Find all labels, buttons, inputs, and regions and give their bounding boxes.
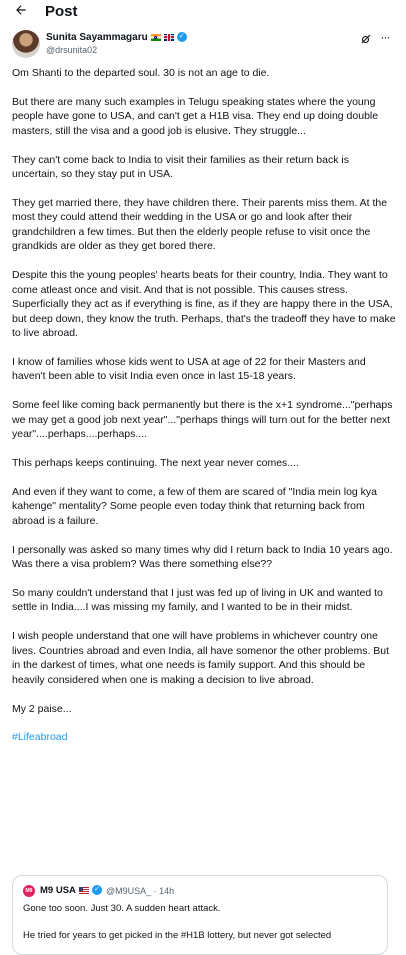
top-bar: Post <box>0 0 406 26</box>
post-paragraph: I know of families whose kids went to US… <box>12 355 366 383</box>
more-options-icon[interactable]: ··· <box>378 31 392 44</box>
grok-icon[interactable] <box>360 32 372 44</box>
avatar[interactable] <box>12 30 40 58</box>
verified-badge-icon: ✓ <box>92 885 102 895</box>
post-paragraph: My 2 paise... <box>12 702 72 715</box>
uk-flag-icon <box>163 33 174 41</box>
post-paragraph: And even if they want to come, a few of … <box>12 485 378 527</box>
post-paragraph: I personally was asked so many times why… <box>12 543 393 571</box>
india-flag-icon <box>150 33 161 41</box>
author-handle[interactable]: @drsunita02 <box>46 45 97 55</box>
post-paragraph: Despite this the young peoples' hearts b… <box>12 269 396 340</box>
quoted-time: 14h <box>159 886 175 896</box>
arrow-left-icon[interactable] <box>12 3 30 21</box>
page-title: Post <box>45 3 78 20</box>
quoted-post[interactable]: M9 M9 USA ✓ @M9USA_ · 14h Gone too soon.… <box>12 875 388 955</box>
post-author: Sunita Sayammagaru ✓ @drsunita02 ··· <box>12 30 394 60</box>
quoted-handle: @M9USA_ <box>106 886 152 896</box>
post-paragraph: Om Shanti to the departed soul. 30 is no… <box>12 67 270 79</box>
post-paragraph: I wish people understand that one will h… <box>12 630 390 686</box>
hashtag-link[interactable]: #Lifeabroad <box>12 730 396 745</box>
post-paragraph: This perhaps keeps continuing. The next … <box>12 457 299 470</box>
us-flag-icon <box>79 887 89 894</box>
quoted-text: Gone too soon. Just 30. A sudden heart a… <box>23 903 221 914</box>
quoted-author-name[interactable]: M9 USA <box>40 885 76 896</box>
post-paragraph: They can't come back to India to visit t… <box>12 153 349 181</box>
post-paragraph: They get married there, they have childr… <box>12 196 388 253</box>
quoted-avatar[interactable]: M9 <box>23 885 35 897</box>
author-name[interactable]: Sunita Sayammagaru <box>46 32 148 43</box>
post-paragraph: But there are many such examples in Telu… <box>12 95 379 137</box>
verified-badge-icon[interactable]: ✓ <box>176 32 187 42</box>
post-paragraph: Some feel like coming back permanently b… <box>12 399 393 441</box>
quoted-text-continued: He tried for years to get picked in the … <box>23 930 332 941</box>
post-body: Om Shanti to the departed soul. 30 is no… <box>12 66 396 745</box>
quoted-meta: @M9USA_ · 14h <box>106 886 174 896</box>
author-name-row: Sunita Sayammagaru ✓ <box>46 30 187 44</box>
post-paragraph: So many couldn't understand that I just … <box>12 586 383 614</box>
